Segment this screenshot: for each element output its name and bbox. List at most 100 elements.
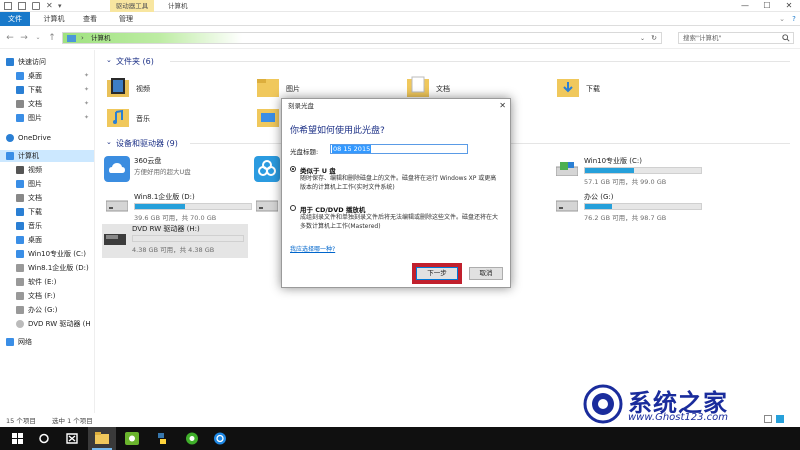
option-usb-description: 随时保存、编辑和删除磁盘上的文件。磁盘将在运行 Windows XP 或更高版本… bbox=[300, 175, 497, 191]
folder-label: 音乐 bbox=[136, 115, 150, 123]
dvd-drive-icon bbox=[104, 234, 126, 245]
folder-downloads[interactable]: 下载 bbox=[556, 76, 706, 106]
folder-videos[interactable]: 视频 bbox=[106, 76, 256, 106]
drive-icon bbox=[16, 264, 24, 272]
sidebar-item-label: 快速访问 bbox=[18, 58, 46, 66]
close-button[interactable]: ✕ bbox=[778, 0, 800, 12]
sidebar-item[interactable]: DVD RW 驱动器 (H bbox=[0, 318, 94, 330]
drive-g[interactable]: 办公 (G:) 76.2 GB 可用，共 98.7 GB bbox=[554, 192, 704, 224]
qq-browser-taskbar-icon[interactable] bbox=[206, 427, 234, 450]
sidebar-item[interactable]: 视频 bbox=[0, 164, 94, 176]
drive-free-space: 4.38 GB 可用，共 4.38 GB bbox=[132, 246, 215, 254]
dialog-close-button[interactable]: ✕ bbox=[499, 99, 506, 113]
help-icon[interactable]: ? bbox=[788, 12, 800, 26]
delete-icon[interactable]: ✕ bbox=[46, 2, 54, 10]
drive-name: DVD RW 驱动器 (H:) bbox=[132, 225, 200, 233]
drive-name: 360云盘 bbox=[134, 157, 162, 165]
windows-drive-icon bbox=[556, 162, 578, 176]
video-icon bbox=[16, 166, 24, 174]
watermark-url: www.Ghost123.com bbox=[628, 412, 729, 423]
sidebar-item-label: 桌面 bbox=[28, 236, 42, 244]
sidebar-item[interactable]: 快速访问 bbox=[0, 56, 94, 68]
folder-label: 图片 bbox=[286, 85, 300, 93]
selected-count: 选中 1 个项目 bbox=[52, 417, 93, 425]
sidebar-item[interactable]: 桌面 bbox=[0, 234, 94, 246]
radio-like-usb[interactable] bbox=[290, 166, 296, 172]
drive-usage-bar bbox=[134, 203, 252, 210]
sidebar-item[interactable]: 软件 (E:) bbox=[0, 276, 94, 288]
sidebar-item-label: 下载 bbox=[28, 208, 42, 216]
drive-h-dvd[interactable]: DVD RW 驱动器 (H:) 4.38 GB 可用，共 4.38 GB bbox=[102, 224, 248, 258]
download-folder-icon bbox=[557, 79, 579, 97]
sidebar-item[interactable]: 文档 bbox=[0, 192, 94, 204]
drive-icon bbox=[256, 200, 278, 212]
document-icon bbox=[16, 194, 24, 202]
sidebar-item[interactable]: 音乐 bbox=[0, 220, 94, 232]
browser-360-taskbar-icon[interactable] bbox=[178, 427, 206, 450]
address-bar[interactable]: › 计算机 ⌄ ↻ bbox=[62, 32, 662, 44]
recent-dropdown-icon[interactable]: ⌄ bbox=[32, 32, 44, 44]
item-count: 15 个项目 bbox=[6, 417, 36, 425]
sidebar-item-label: OneDrive bbox=[18, 134, 51, 142]
app-green-taskbar-icon[interactable] bbox=[118, 427, 146, 450]
help-link[interactable]: 我应选择哪一种? bbox=[290, 244, 335, 253]
search-taskbar-icon[interactable] bbox=[30, 427, 58, 450]
search-input[interactable]: 搜索"计算机" bbox=[678, 32, 794, 44]
sidebar-item[interactable]: 文档 (F:) bbox=[0, 290, 94, 302]
drive-c[interactable]: Win10专业版 (C:) 57.1 GB 可用，共 99.0 GB bbox=[554, 156, 704, 188]
tab-manage[interactable]: 管理 bbox=[112, 12, 140, 26]
sidebar-item[interactable]: 网络 bbox=[0, 336, 94, 348]
task-view-icon[interactable] bbox=[58, 427, 86, 450]
address-path: 计算机 bbox=[91, 34, 111, 42]
sidebar-item[interactable]: Win8.1企业版 (D:) bbox=[0, 262, 94, 274]
tab-computer[interactable]: 计算机 bbox=[36, 12, 72, 26]
drive-free-space: 76.2 GB 可用，共 98.7 GB bbox=[584, 214, 667, 222]
sidebar-item[interactable]: OneDrive bbox=[0, 132, 94, 144]
address-dropdown-icon[interactable]: ⌄ bbox=[640, 33, 645, 44]
breadcrumb-chevron-icon[interactable]: › bbox=[81, 33, 84, 44]
network-icon bbox=[6, 338, 14, 346]
music-icon bbox=[16, 222, 24, 230]
sidebar-item[interactable]: 图片 bbox=[0, 178, 94, 190]
up-icon[interactable]: ↑ bbox=[46, 32, 58, 44]
sidebar-item[interactable]: 办公 (G:) bbox=[0, 304, 94, 316]
cloud-drive-icon bbox=[104, 156, 130, 182]
drive-icon bbox=[106, 200, 128, 212]
divider bbox=[170, 61, 790, 62]
sidebar-item[interactable]: 计算机 bbox=[0, 150, 94, 162]
picture-folder-icon bbox=[257, 79, 279, 97]
radio-cd-dvd-player[interactable] bbox=[290, 205, 296, 211]
maximize-button[interactable]: ☐ bbox=[756, 0, 778, 12]
ribbon-expand-icon[interactable]: ⌄ bbox=[776, 12, 788, 26]
back-icon[interactable]: ← bbox=[4, 32, 16, 44]
start-icon[interactable] bbox=[4, 427, 32, 450]
qat-dropdown-icon[interactable]: ▾ bbox=[58, 2, 66, 10]
drive-d[interactable]: Win8.1企业版 (D:) 39.6 GB 可用，共 70.0 GB bbox=[104, 192, 254, 224]
drive-name: Win10专业版 (C:) bbox=[584, 157, 642, 165]
minimize-button[interactable]: — bbox=[734, 0, 756, 12]
file-explorer-taskbar-icon[interactable] bbox=[88, 427, 116, 450]
sidebar-item[interactable]: 下载 ✦ bbox=[0, 84, 94, 96]
next-button[interactable]: 下一步 bbox=[416, 267, 458, 280]
sidebar-item[interactable]: 桌面 ✦ bbox=[0, 70, 94, 82]
drive-360-cloud[interactable]: 360云盘 方便好用的超大U盘 bbox=[104, 156, 254, 188]
sidebar-item[interactable]: 文档 ✦ bbox=[0, 98, 94, 110]
properties-icon[interactable] bbox=[18, 2, 26, 10]
sidebar-item[interactable]: 下载 bbox=[0, 206, 94, 218]
cancel-button[interactable]: 取消 bbox=[469, 267, 503, 280]
folder-music[interactable]: 音乐 bbox=[106, 106, 256, 136]
sidebar-item[interactable]: 图片 ✦ bbox=[0, 112, 94, 124]
disc-title-label: 光盘标题: bbox=[290, 148, 319, 156]
new-folder-icon[interactable] bbox=[32, 2, 40, 10]
python-taskbar-icon[interactable] bbox=[148, 427, 176, 450]
refresh-icon[interactable]: ↻ bbox=[651, 33, 657, 44]
tab-view[interactable]: 查看 bbox=[76, 12, 104, 26]
computer-icon bbox=[67, 35, 76, 42]
tab-file[interactable]: 文件 bbox=[0, 12, 30, 26]
disc-title-input[interactable]: 08 15 2015 bbox=[330, 144, 468, 154]
drive-free-space: 57.1 GB 可用，共 99.0 GB bbox=[584, 178, 667, 186]
sidebar-item[interactable]: Win10专业版 (C:) bbox=[0, 248, 94, 260]
sidebar-item-label: 网络 bbox=[18, 338, 32, 346]
drive-usage-bar bbox=[132, 235, 244, 242]
forward-icon[interactable]: → bbox=[18, 32, 30, 44]
